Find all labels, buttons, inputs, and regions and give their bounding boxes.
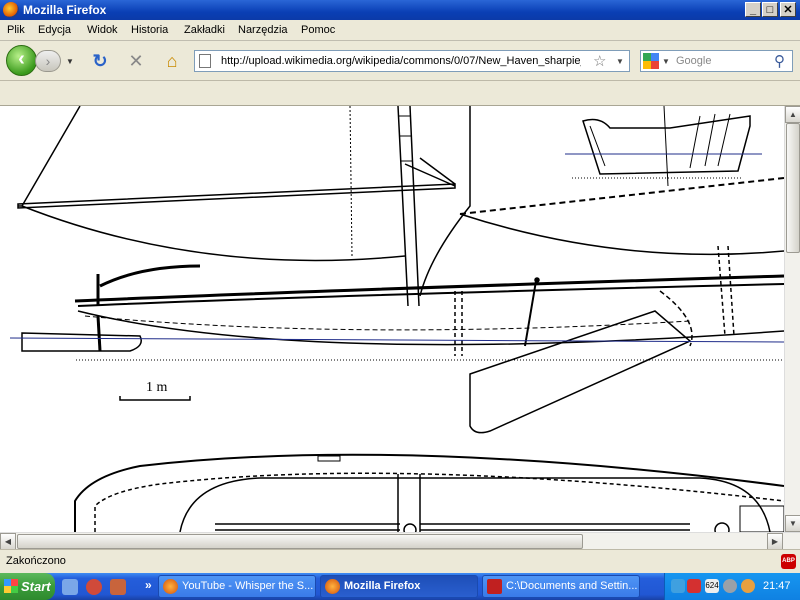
sail-edge: [18, 106, 81, 207]
horizontal-scroll-thumb[interactable]: [17, 534, 583, 549]
boat-plan-drawing: [9, 106, 784, 532]
task-firefox[interactable]: Mozilla Firefox: [320, 575, 478, 598]
scale-label: 1 m: [146, 380, 168, 395]
home-icon[interactable]: ⌂: [162, 51, 182, 71]
show-desktop-icon[interactable]: [62, 579, 78, 595]
tiller: [99, 264, 201, 288]
taskbar: Start » YouTube - Whisper the S... Mozil…: [0, 573, 800, 600]
hull-sheer: [74, 274, 784, 303]
menu-historia[interactable]: Historia: [131, 24, 168, 36]
second-sail-foot: [459, 213, 784, 256]
task-label: Mozilla Firefox: [344, 580, 421, 592]
quicklaunch-media-icon[interactable]: [110, 579, 126, 595]
quicklaunch-app-icon[interactable]: [86, 579, 102, 595]
hull-bottom: [77, 310, 784, 346]
menu-narzedzia[interactable]: Narzędzia: [238, 24, 288, 36]
status-text: Zakończono: [6, 555, 66, 567]
task-label: C:\Documents and Settin...: [506, 580, 638, 592]
scroll-up-button[interactable]: ▲: [785, 106, 800, 123]
search-bar[interactable]: ▼ Google ⚲: [640, 50, 793, 72]
reload-icon[interactable]: ↻: [90, 51, 110, 71]
task-youtube[interactable]: YouTube - Whisper the S...: [158, 575, 316, 598]
search-icon[interactable]: ⚲: [774, 52, 785, 70]
task-label: YouTube - Whisper the S...: [182, 580, 314, 592]
history-dropdown-icon[interactable]: ▼: [66, 57, 74, 66]
start-button[interactable]: Start: [0, 573, 55, 600]
stop-icon[interactable]: ✕: [126, 51, 146, 71]
firefox-icon: [3, 2, 19, 18]
google-icon[interactable]: [643, 53, 659, 69]
scroll-right-button[interactable]: ▶: [767, 533, 783, 550]
menu-widok[interactable]: Widok: [87, 24, 118, 36]
bookmark-star-icon[interactable]: ☆: [593, 52, 606, 70]
back-button[interactable]: ‹: [6, 45, 37, 76]
menu-edycja[interactable]: Edycja: [38, 24, 71, 36]
plan-view-outline: [74, 453, 784, 532]
menu-zakladki[interactable]: Zakładki: [184, 24, 225, 36]
search-engine-dropdown-icon[interactable]: ▼: [662, 57, 670, 66]
vertical-scroll-thumb[interactable]: [786, 123, 800, 253]
window-title: Mozilla Firefox: [23, 3, 107, 17]
volume-tray-icon[interactable]: [723, 579, 737, 593]
rudder: [21, 332, 142, 352]
status-bar: Zakończono ABP: [0, 549, 800, 573]
image-viewport[interactable]: 1 m: [0, 106, 784, 532]
network-tray-icon[interactable]: [671, 579, 685, 593]
vertical-scrollbar[interactable]: ▲ ▼: [784, 106, 800, 532]
windows-flag-icon: [4, 579, 18, 593]
second-boom: [459, 177, 784, 215]
menu-bar: Plik Edycja Widok Historia Zakładki Narz…: [0, 20, 800, 41]
clock: 21:47: [763, 580, 791, 592]
badge-tray-icon[interactable]: 624: [705, 579, 719, 593]
adblock-icon[interactable]: ABP: [781, 554, 796, 569]
task-explorer[interactable]: C:\Documents and Settin...: [482, 575, 640, 598]
scroll-down-button[interactable]: ▼: [785, 515, 800, 532]
system-tray: 624 21:47: [664, 573, 800, 600]
close-button[interactable]: ✕: [780, 2, 796, 17]
quicklaunch-more-icon[interactable]: »: [145, 578, 152, 592]
menu-plik[interactable]: Plik: [7, 24, 25, 36]
boom: [17, 183, 456, 209]
bookmarks-toolbar: [0, 81, 800, 106]
page-icon: [199, 54, 211, 68]
scale-bar: [119, 396, 191, 401]
scroll-left-button[interactable]: ◀: [0, 533, 16, 550]
firefox-task-icon: [325, 579, 340, 594]
update-tray-icon[interactable]: [741, 579, 755, 593]
search-input[interactable]: Google: [676, 55, 711, 67]
horizontal-scrollbar[interactable]: ◀ ▶: [0, 532, 800, 550]
minimize-button[interactable]: _: [745, 2, 761, 17]
url-dropdown-icon[interactable]: ▼: [616, 57, 624, 66]
maximize-button[interactable]: □: [762, 2, 778, 17]
url-text[interactable]: http://upload.wikimedia.org/wikipedia/co…: [221, 55, 581, 67]
folder-task-icon: [487, 579, 502, 594]
antivirus-tray-icon[interactable]: [687, 579, 701, 593]
start-label: Start: [21, 579, 51, 594]
title-bar: Mozilla Firefox _ □ ✕: [0, 0, 800, 20]
url-bar[interactable]: http://upload.wikimedia.org/wikipedia/co…: [194, 50, 630, 72]
menu-pomoc[interactable]: Pomoc: [301, 24, 335, 36]
sail-foot: [21, 205, 406, 262]
centreboard: [469, 310, 692, 434]
firefox-task-icon: [163, 579, 178, 594]
second-sail-edge: [419, 106, 471, 297]
forward-button[interactable]: ›: [35, 50, 61, 72]
